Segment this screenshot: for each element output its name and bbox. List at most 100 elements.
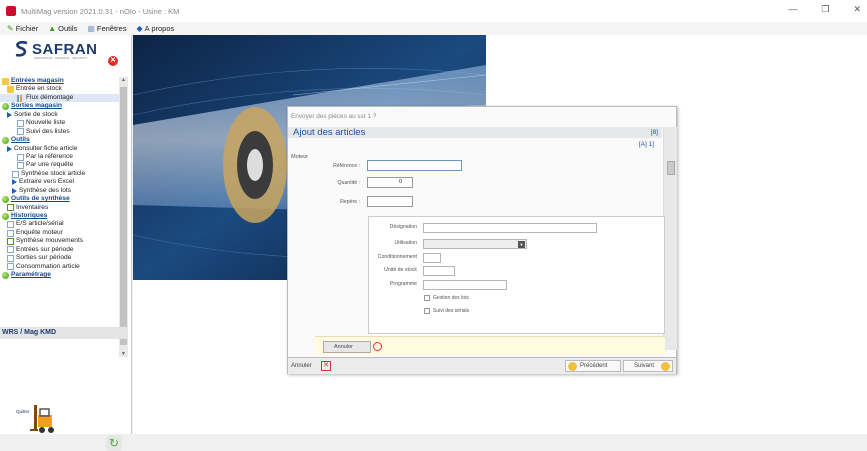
tree-item-7[interactable]: Outils bbox=[0, 136, 128, 144]
footer-cancel-button[interactable]: Annuler bbox=[291, 361, 312, 371]
quit-button[interactable]: Quitter bbox=[16, 399, 66, 435]
gestion-lots-label: Gestion des lots bbox=[433, 295, 469, 301]
forklift-icon bbox=[30, 405, 54, 433]
tree-item-15[interactable]: Inventaires bbox=[0, 204, 128, 212]
close-icon[interactable]: ✕ bbox=[108, 56, 118, 66]
tree-item-label: Synthèse des lots bbox=[19, 186, 72, 194]
unite-stock-label: Unité de stock bbox=[384, 267, 417, 273]
gestion-lots-checkbox[interactable] bbox=[424, 295, 430, 301]
tree-item-17[interactable]: E/S article/sérial bbox=[0, 220, 128, 229]
tree-item-22[interactable]: Consommation article bbox=[0, 263, 128, 271]
doc-icon bbox=[17, 162, 24, 170]
tree-item-label: Nouvelle liste bbox=[26, 119, 66, 127]
tree-item-18[interactable]: Enquête moteur bbox=[0, 229, 128, 237]
close-icon[interactable]: ✕ bbox=[321, 361, 331, 371]
repere-input[interactable] bbox=[367, 196, 413, 207]
safran-logo: SAFRAN AEROSPACE · DEFENCE · SECURITY bbox=[12, 39, 102, 60]
tree-item-16[interactable]: Historiques bbox=[0, 212, 128, 220]
dialog-window-title: Envoyer des pièces au sst 1 ? bbox=[291, 113, 377, 120]
navigation-tree: Entrées magasin Entrée en stock Flux démon… bbox=[0, 77, 128, 357]
window-controls: — ❐ ✕ bbox=[788, 4, 861, 15]
tree-item-label: Consommation article bbox=[16, 262, 80, 270]
scroll-up-icon[interactable]: ▲ bbox=[119, 77, 128, 83]
minimize-button[interactable]: — bbox=[788, 4, 797, 15]
menu-fenetres[interactable]: ▦ Fenêtres bbox=[84, 24, 129, 33]
previous-label: Précédent bbox=[580, 363, 608, 369]
menu-apropos[interactable]: ◆ A propos bbox=[133, 24, 177, 33]
chevron-down-icon: ▼ bbox=[518, 241, 525, 248]
cancel-icon bbox=[373, 342, 382, 351]
tree-item-label: Sorties magasin bbox=[11, 102, 62, 110]
tree-item-13[interactable]: Synthèse des lots bbox=[0, 187, 128, 195]
tree-item-10[interactable]: Par une requête bbox=[0, 161, 128, 170]
doc-icon bbox=[7, 221, 14, 229]
inner-cancel-button[interactable]: Annuler bbox=[323, 341, 382, 353]
tree-item-label: Enquête moteur bbox=[16, 228, 63, 236]
dialog-footer: Annuler ✕ Précédent Suivant bbox=[288, 357, 676, 374]
tree-item-label: Paramétrage bbox=[11, 271, 51, 279]
tree-item-label: Consulter fiche article bbox=[14, 144, 78, 152]
tree-item-label: Inventaires bbox=[16, 203, 49, 211]
tree-item-4[interactable]: Sortie de stock bbox=[0, 111, 128, 119]
menu-outils[interactable]: ▲ Outils bbox=[45, 24, 80, 33]
section-label-moteur: Moteur bbox=[291, 154, 309, 160]
tree-item-label: Outils bbox=[11, 136, 30, 144]
close-window-button[interactable]: ✕ bbox=[853, 4, 861, 15]
tree-item-label: Flux démontage bbox=[26, 93, 74, 101]
tree-item-3[interactable]: Sorties magasin bbox=[0, 102, 128, 111]
ball-icon bbox=[2, 212, 9, 220]
tree-item-11[interactable]: Synthèse stock article bbox=[0, 170, 128, 178]
tree-item-23[interactable]: Paramétrage bbox=[0, 271, 128, 279]
title-bar: MultiMag version 2021.0.31 - nOIo - Usin… bbox=[0, 0, 867, 22]
reference-input[interactable] bbox=[367, 160, 462, 171]
conditionnement-label: Conditionnement bbox=[377, 254, 417, 260]
chart-icon bbox=[17, 94, 24, 102]
tree-scrollbar[interactable]: ▲ ▼ bbox=[119, 77, 128, 357]
tree-item-2[interactable]: Flux démontage bbox=[0, 93, 128, 103]
logo-tagline: AEROSPACE · DEFENCE · SECURITY bbox=[34, 56, 88, 60]
suivi-serials-label: Suivi des sérials bbox=[433, 308, 470, 314]
refresh-icon[interactable]: ↻ bbox=[106, 435, 122, 451]
programme-label: Programme bbox=[389, 281, 417, 287]
scroll-down-icon[interactable]: ▼ bbox=[119, 351, 128, 357]
window-title: MultiMag version 2021.0.31 - nOIo - Usin… bbox=[21, 6, 180, 16]
quit-label: Quitter bbox=[16, 409, 30, 414]
arrow-icon bbox=[12, 179, 17, 186]
tree-item-5[interactable]: Nouvelle liste bbox=[0, 119, 128, 127]
unite-stock-field bbox=[423, 266, 455, 276]
tree-item-0[interactable]: Entrées magasin bbox=[0, 77, 128, 85]
tree-item-label: Sorties sur période bbox=[16, 254, 72, 262]
scrollbar-thumb[interactable] bbox=[120, 87, 127, 345]
menu-label: Fichier bbox=[15, 24, 39, 33]
utilisation-label: Utilisation bbox=[394, 240, 418, 246]
previous-button[interactable]: Précédent bbox=[565, 360, 621, 372]
dialog-header-title: Ajout des articles bbox=[293, 127, 366, 138]
tree-item-label: Historiques bbox=[11, 212, 48, 219]
tree-item-6[interactable]: Suivi des listes bbox=[0, 128, 128, 136]
pencil-icon: ✎ bbox=[7, 24, 14, 33]
tree-item-21[interactable]: Sorties sur période bbox=[0, 254, 128, 262]
tree-item-1[interactable]: Entrée en stock bbox=[0, 85, 128, 94]
doc-icon bbox=[17, 153, 24, 161]
arrow-icon bbox=[12, 187, 17, 194]
tree-item-20[interactable]: Entrées sur période bbox=[0, 246, 128, 254]
tree-item-label: Entrées magasin bbox=[11, 77, 64, 84]
inner-cancel-label: Annuler bbox=[334, 344, 353, 350]
tree-item-8[interactable]: Consulter fiche article bbox=[0, 145, 128, 153]
utilisation-select[interactable]: ▼ bbox=[423, 239, 527, 249]
next-button[interactable]: Suivant bbox=[623, 360, 673, 372]
doc-icon bbox=[7, 263, 14, 271]
dialog-scrollbar-thumb[interactable] bbox=[667, 161, 675, 175]
maximize-button[interactable]: ❐ bbox=[821, 4, 829, 15]
quantite-input[interactable]: 0 bbox=[367, 177, 413, 188]
dialog-scrollbar[interactable] bbox=[663, 127, 677, 350]
tree-item-14[interactable]: Outils de synthèse bbox=[0, 195, 128, 203]
list-icon bbox=[12, 170, 19, 178]
suivi-serials-checkbox[interactable] bbox=[424, 308, 430, 314]
tree-item-19[interactable]: Synthèse mouvements bbox=[0, 237, 128, 246]
tree-item-9[interactable]: Par la référence bbox=[0, 153, 128, 161]
menu-fichier[interactable]: ✎ Fichier bbox=[4, 24, 41, 33]
ball-icon bbox=[2, 271, 9, 279]
tree-item-label: Par la référence bbox=[26, 152, 73, 160]
tree-item-12[interactable]: Extraire vers Excel bbox=[0, 178, 128, 186]
